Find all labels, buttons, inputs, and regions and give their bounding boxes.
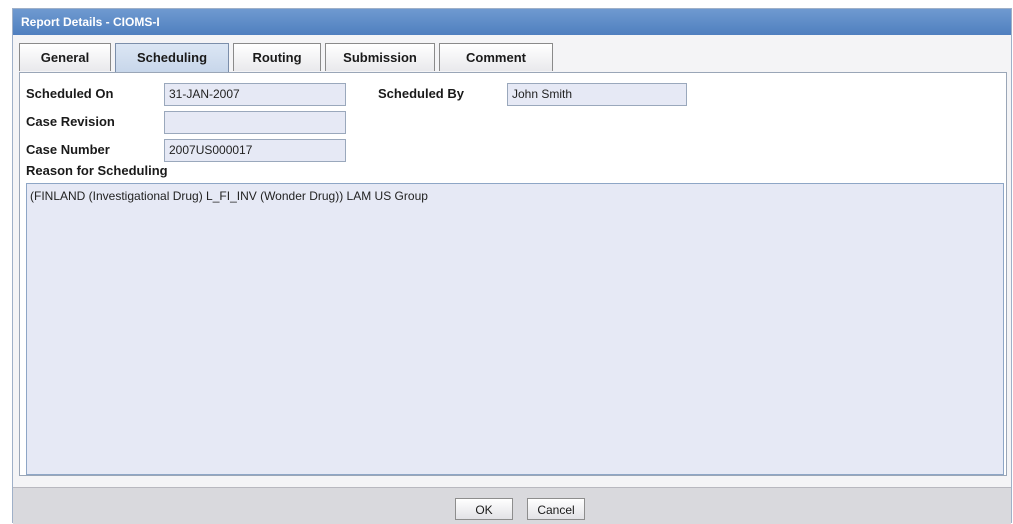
cancel-button[interactable]: Cancel <box>527 498 585 520</box>
report-details-dialog: Report Details - CIOMS-I General Schedul… <box>12 8 1012 524</box>
case-revision-field[interactable] <box>164 111 346 134</box>
scheduled-by-label: Scheduled By <box>378 86 464 101</box>
reason-label: Reason for Scheduling <box>26 163 168 178</box>
reason-textarea[interactable]: (FINLAND (Investigational Drug) L_FI_INV… <box>26 183 1004 475</box>
tab-routing[interactable]: Routing <box>233 43 321 71</box>
tab-scheduling[interactable]: Scheduling <box>115 43 229 73</box>
tab-submission[interactable]: Submission <box>325 43 435 71</box>
case-number-label: Case Number <box>26 142 110 157</box>
ok-button[interactable]: OK <box>455 498 513 520</box>
case-revision-label: Case Revision <box>26 114 115 129</box>
tab-bar: General Scheduling Routing Submission Co… <box>19 43 557 73</box>
dialog-footer: OK Cancel <box>13 487 1011 524</box>
scheduled-on-field[interactable]: 31-JAN-2007 <box>164 83 346 106</box>
scheduled-by-field[interactable]: John Smith <box>507 83 687 106</box>
scheduling-panel: Scheduled On 31-JAN-2007 Scheduled By Jo… <box>19 72 1007 476</box>
tab-comment[interactable]: Comment <box>439 43 553 71</box>
case-number-field[interactable]: 2007US000017 <box>164 139 346 162</box>
tab-general[interactable]: General <box>19 43 111 71</box>
dialog-title: Report Details - CIOMS-I <box>13 9 1011 35</box>
scheduled-on-label: Scheduled On <box>26 86 114 101</box>
